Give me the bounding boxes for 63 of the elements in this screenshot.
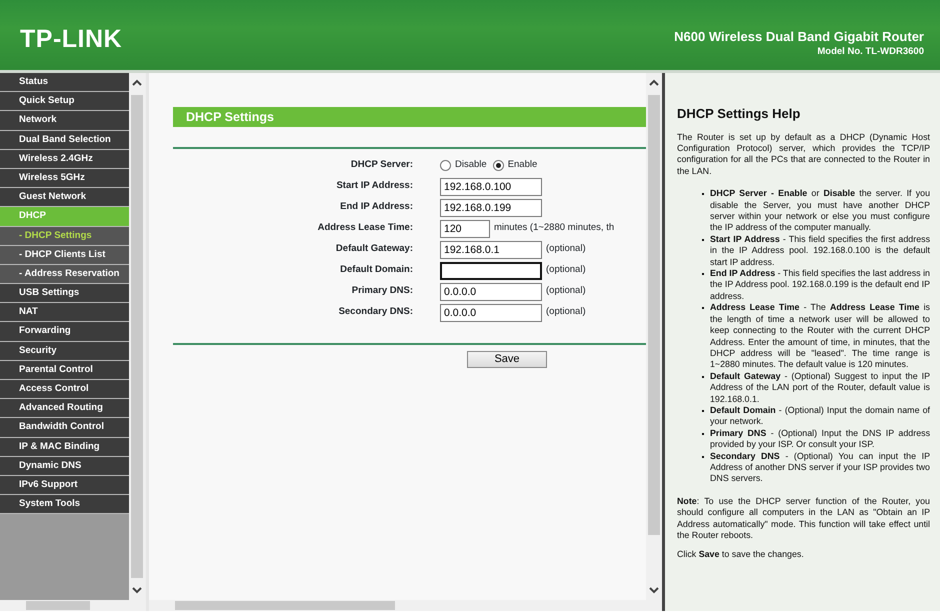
submenu-item[interactable]: - DHCP Settings (0, 226, 129, 246)
field-label: Primary DNS: (350, 284, 414, 298)
menu-item[interactable]: NAT (0, 303, 129, 322)
save-button[interactable]: Save (467, 351, 547, 368)
menu-item[interactable]: Wireless 2.4GHz (0, 150, 129, 169)
field-label: DHCP Server: (350, 158, 414, 172)
help-title: DHCP Settings Help (677, 106, 802, 122)
menu-item[interactable]: Network (0, 111, 129, 131)
input-field[interactable]: 192.168.0.100 (440, 178, 542, 196)
menu-item[interactable]: USB Settings (0, 284, 129, 304)
help-note: Note: To use the DHCP server function of the Router, you should configure all computers in the LAN as "Obtain an IP Address automatically" mode. This function will take effect until the Router reboots. (677, 496, 930, 542)
field-label: Default Domain: (339, 263, 414, 278)
input-field[interactable]: 0.0.0.0 (440, 282, 542, 300)
field-label: Default Gateway: (334, 242, 414, 256)
submenu-item[interactable]: - DHCP Clients List (0, 246, 129, 265)
field-hint: minutes (1~2880 minutes, th (494, 221, 614, 236)
field-hint: (optional) (546, 263, 586, 278)
help-item: Address Lease Time - The Address Lease Time is the length of time a network user will be allowed to keep connecting to the Router with the current DHCP Address. Enter the amount of time, in minutes, that the DHCP address will be "leased". The time range is 1~2880 minutes. The default value is 120 minutes. (710, 302, 930, 371)
field-hint: (optional) (546, 284, 586, 298)
help-item: End IP Address - This field specifies the last address in the IP Address pool. 192.168.0.199 is the default end IP address. (710, 268, 930, 302)
menu-item[interactable]: IPv6 Support (0, 476, 129, 496)
field-label: Secondary DNS: (338, 305, 414, 320)
section-title: DHCP Settings (173, 107, 646, 127)
radio-option[interactable]: Disable (440, 158, 487, 173)
field-label: Start IP Address: (335, 179, 414, 194)
menu-item[interactable]: Bandwidth Control (0, 418, 129, 438)
menu-item[interactable]: Status (0, 73, 129, 92)
input-field[interactable]: 0.0.0.0 (440, 304, 542, 322)
scrollbar[interactable] (646, 73, 662, 600)
scrollbar[interactable] (149, 600, 662, 611)
radio-option[interactable]: Enable (492, 158, 538, 173)
help-item: Secondary DNS - (Optional) You can input the IP Address of another DNS server if your ISP provides two DNS servers. (710, 450, 930, 485)
logo: TP-LINK (20, 27, 122, 52)
input-field[interactable]: 120 (440, 220, 490, 238)
input-field[interactable] (440, 262, 542, 280)
input-field[interactable]: 192.168.0.199 (440, 198, 542, 216)
menu-item[interactable]: Advanced Routing (0, 399, 129, 418)
submenu-item[interactable]: - Address Reservation (0, 264, 129, 284)
help-item: DHCP Server - Enable or Disable the server. If you disable the Server, you must have another DHCP server within your network or else you must configure the IP address of the computer manually. (710, 188, 930, 234)
menu-item[interactable]: Access Control (0, 380, 129, 400)
help-item: Default Gateway - (Optional) Suggest to input the IP Address of the LAN port of the Router, default value is 192.168.0.1. (710, 370, 930, 405)
field-label: Address Lease Time: (316, 221, 414, 236)
menu-item[interactable]: System Tools (0, 495, 129, 514)
input-field[interactable]: 192.168.0.1 (440, 240, 542, 258)
menu-item[interactable]: Wireless 5GHz (0, 168, 129, 188)
menu-item[interactable]: Dual Band Selection (0, 130, 129, 150)
menu-item[interactable]: Guest Network (0, 188, 129, 208)
field-hint: (optional) (546, 242, 586, 256)
menu-item[interactable]: Forwarding (0, 322, 129, 342)
help-item: Primary DNS - (Optional) Input the DNS IP address provided by your ISP. Or consult your ISP. (710, 428, 930, 451)
help-paragraph: The Router is set up by default as a DHCP (Dynamic Host Configuration Protocol) server, which provides the TCP/IP configuration for all the PCs that are connected to the Router in the LAN. (677, 132, 930, 178)
help-paragraph: Click Save to save the changes. (677, 549, 805, 561)
product-name: N600 Wireless Dual Band Gigabit Router (674, 29, 924, 45)
help-item: Start IP Address - This field specifies the first address in the IP Address pool. 192.168.0.100 is the default start IP address. (710, 234, 930, 268)
menu-item[interactable]: Quick Setup (0, 92, 129, 112)
menu-item[interactable]: Parental Control (0, 360, 129, 380)
help-item: Default Domain - (Optional) Input the domain name of your network. (710, 404, 930, 428)
model-number: Model No. TL-WDR3600 (816, 45, 924, 59)
field-hint: (optional) (546, 305, 586, 320)
field-label: End IP Address: (339, 200, 414, 214)
menu-item[interactable]: Dynamic DNS (0, 456, 129, 476)
menu-item[interactable]: IP & MAC Binding (0, 438, 129, 457)
menu-item[interactable]: Security (0, 342, 129, 361)
